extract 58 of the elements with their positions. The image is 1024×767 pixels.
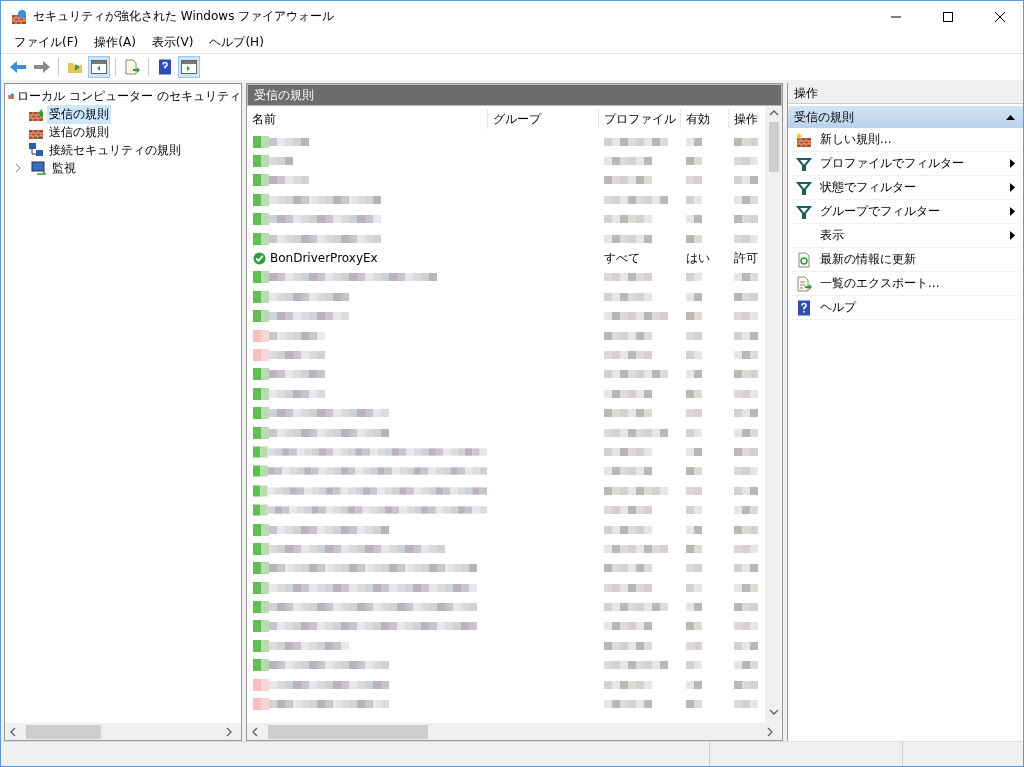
window-title: セキュリティが強化された Windows ファイアウォール xyxy=(33,8,336,25)
pane-toggle-icon[interactable] xyxy=(178,56,200,78)
redacted-text xyxy=(604,697,652,711)
redacted-text xyxy=(686,348,702,362)
pane-toggle-icon[interactable] xyxy=(88,56,110,78)
column-header[interactable]: 有効 xyxy=(680,109,728,129)
scrollbar-thumb[interactable] xyxy=(26,724,101,739)
table-cell-text: はい xyxy=(685,249,711,267)
menu-item[interactable]: 操作(A) xyxy=(87,32,143,53)
redacted-text xyxy=(734,348,758,362)
table-cell: BonDriverProxyEx xyxy=(247,251,487,266)
menu-item[interactable]: ヘルプ(H) xyxy=(202,32,271,53)
redacted-text xyxy=(604,348,652,362)
action-link[interactable]: プロファイルでフィルター xyxy=(820,155,1002,172)
redacted-text xyxy=(734,697,758,711)
export-icon xyxy=(796,275,812,292)
close-icon[interactable] xyxy=(995,11,1005,22)
tree-item[interactable]: 監視 xyxy=(50,158,78,178)
action-link[interactable]: ヘルプ xyxy=(820,299,1019,316)
section-header[interactable]: 受信の規則 xyxy=(788,106,1023,128)
column-header[interactable]: 名前 xyxy=(247,109,487,129)
tree-item[interactable]: 送信の規則 xyxy=(47,122,111,142)
tree-item[interactable]: 受信の規則 xyxy=(47,104,111,124)
tree-item[interactable]: ローカル コンピューター のセキュリティ xyxy=(17,86,241,106)
column-header[interactable]: プロファイル xyxy=(598,109,680,129)
pane-title: 操作 xyxy=(788,83,1023,104)
menu-item[interactable]: ファイル(F) xyxy=(7,32,86,53)
refresh-icon xyxy=(796,251,812,268)
action-link[interactable]: 状態でフィルター xyxy=(820,179,1002,196)
firewall-icon xyxy=(11,8,27,25)
scrollbar-thumb[interactable] xyxy=(268,724,428,739)
horizontal-scrollbar[interactable] xyxy=(247,723,782,740)
new-rule-icon xyxy=(796,131,812,148)
network-icon xyxy=(28,142,44,158)
filter-icon xyxy=(796,203,812,220)
redacted-text xyxy=(686,697,702,711)
allowed-check-icon xyxy=(253,251,266,265)
pane-title: 受信の規則 xyxy=(247,84,782,106)
action-link[interactable]: 最新の情報に更新 xyxy=(820,251,1019,268)
action-link[interactable]: 一覧のエクスポート... xyxy=(820,275,1019,292)
help-icon xyxy=(796,299,812,316)
action-link[interactable]: グループでフィルター xyxy=(820,203,1002,220)
table-cell-text: 許可 xyxy=(733,249,759,267)
filter-icon xyxy=(796,179,812,196)
scrollbar-thumb[interactable] xyxy=(768,122,779,172)
column-header[interactable]: 操作 xyxy=(728,109,762,129)
filter-icon xyxy=(796,155,812,172)
maximize-icon[interactable] xyxy=(943,11,953,22)
vertical-scrollbar[interactable] xyxy=(765,106,782,723)
menu-item[interactable]: 表示(V) xyxy=(144,32,201,53)
horizontal-scrollbar[interactable] xyxy=(5,723,241,740)
table-cell-text: すべて xyxy=(603,249,641,267)
action-link[interactable]: 表示 xyxy=(820,227,1002,244)
monitor-icon xyxy=(31,160,47,176)
action-link[interactable]: 新しい規則... xyxy=(820,131,1019,148)
tree-item[interactable]: 接続セキュリティの規則 xyxy=(47,140,183,160)
collapse-arrow-icon[interactable] xyxy=(1006,114,1015,120)
column-header[interactable]: グループ xyxy=(487,109,598,129)
